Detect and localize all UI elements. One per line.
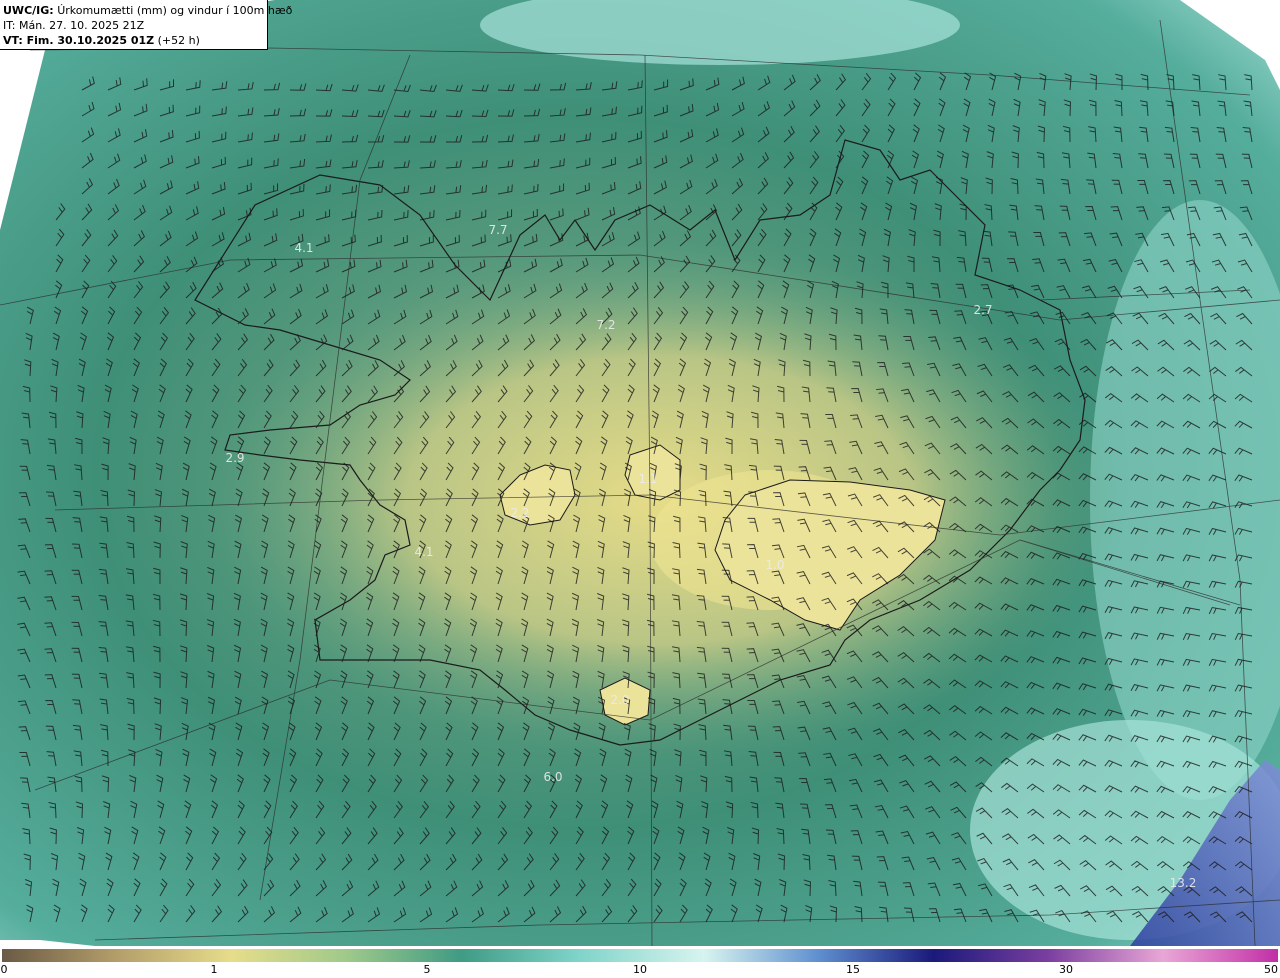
value-label: 7.2 <box>596 318 616 332</box>
value-label: 2.0 <box>610 693 630 707</box>
value-label: 2.9 <box>225 451 245 465</box>
colorbar-tick: 0 <box>0 963 8 976</box>
valid-time-label: VT: Fim. 30.10.2025 01Z <box>3 34 155 47</box>
colorbar-strip <box>2 949 1278 962</box>
value-label: 2.2 <box>510 506 530 520</box>
value-label: 6.0 <box>543 770 563 784</box>
value-label: 1.0 <box>765 558 785 572</box>
colorbar-tick: 15 <box>846 963 860 976</box>
valid-time-lead: (+52 h) <box>157 34 200 47</box>
value-label: 13.2 <box>1169 876 1197 890</box>
value-label: 1.1 <box>638 472 658 486</box>
init-time-label: IT: <box>3 19 16 32</box>
init-time-line: IT: Mán. 27. 10. 2025 21Z <box>3 18 264 33</box>
colorbar-tick: 30 <box>1059 963 1073 976</box>
value-label: 2.7 <box>973 303 993 317</box>
map-title: Úrkomumætti (mm) og vindur í 100m hæð <box>57 4 293 17</box>
title-line: UWC/IG: Úrkomumætti (mm) og vindur í 100… <box>3 3 292 18</box>
valid-time-line: VT: Fim. 30.10.2025 01Z (+52 h) <box>3 33 264 48</box>
map-info-box: UWC/IG: Úrkomumætti (mm) og vindur í 100… <box>0 0 292 50</box>
value-label: 4.1 <box>414 545 434 559</box>
model-name: UWC/IG: <box>3 4 54 17</box>
colorbar-tick: 1 <box>210 963 218 976</box>
value-label: 4.1 <box>294 241 314 255</box>
colorbar-tick: 5 <box>423 963 431 976</box>
colorbar-tick: 50 <box>1264 963 1278 976</box>
colorbar: 0 1 5 10 15 30 50 <box>0 946 1280 978</box>
value-label: 7.7 <box>488 223 508 237</box>
init-time-value: Mán. 27. 10. 2025 21Z <box>18 19 145 32</box>
colorbar-tick: 10 <box>633 963 647 976</box>
